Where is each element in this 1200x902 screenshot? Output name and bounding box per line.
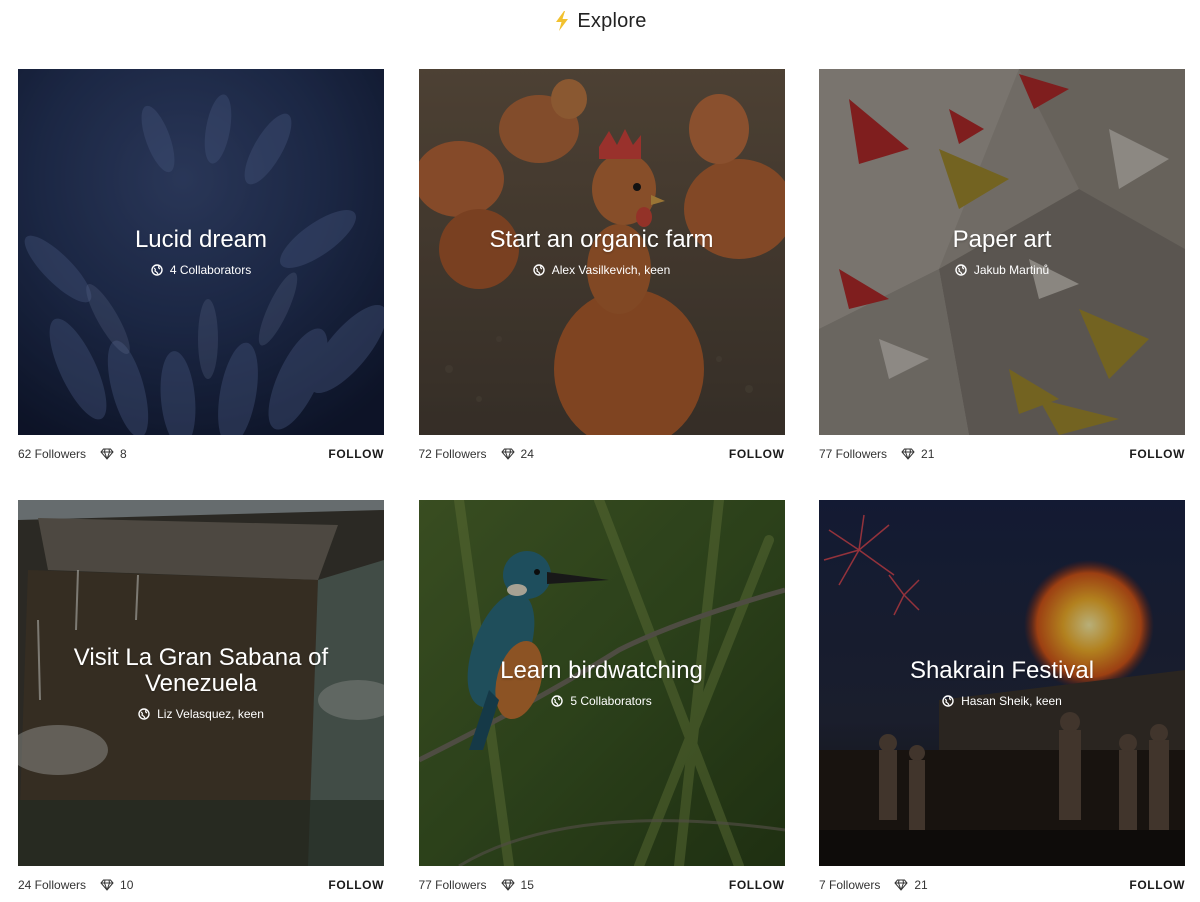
follow-button[interactable]: FOLLOW (328, 874, 384, 896)
card: Start an organic farm Alex Vasilkevich, … (418, 69, 785, 500)
card-footer: 77 Followers 21 FOLLOW (819, 435, 1185, 473)
likes: 15 (500, 878, 534, 892)
followers-count: 7 Followers (819, 878, 881, 892)
card-title: Shakrain Festival (909, 657, 1095, 684)
follow-button[interactable]: FOLLOW (1129, 443, 1185, 465)
card-image[interactable]: Shakrain Festival Hasan Sheik, keen (819, 500, 1185, 866)
card-subtitle: Liz Velasquez, keen (138, 707, 264, 721)
likes: 8 (100, 447, 127, 461)
likes-count: 15 (520, 878, 534, 892)
diamond-icon (901, 448, 915, 460)
card: Paper art Jakub Martinů 77 Followers 21 … (819, 69, 1185, 500)
diamond-icon (500, 879, 515, 891)
card-title: Start an organic farm (489, 226, 714, 253)
followers-count: 72 Followers (418, 447, 487, 461)
card-footer: 62 Followers 8 FOLLOW (18, 435, 384, 473)
card-subtitle-text: 5 Collaborators (570, 694, 652, 708)
card-subtitle-text: Alex Vasilkevich, keen (551, 263, 671, 277)
card-image[interactable]: Visit La Gran Sabana of Venezuela Liz Ve… (18, 500, 384, 866)
card-subtitle-text: 4 Collaborators (169, 263, 252, 277)
diamond-icon (100, 448, 114, 460)
card-subtitle-text: Liz Velasquez, keen (157, 707, 264, 721)
card-subtitle: Jakub Martinů (955, 263, 1049, 277)
globe-icon (138, 708, 150, 720)
card-image[interactable]: Paper art Jakub Martinů (819, 69, 1185, 435)
follow-button[interactable]: FOLLOW (1129, 874, 1185, 896)
followers-count: 77 Followers (819, 447, 888, 461)
card-footer: 77 Followers 15 FOLLOW (419, 866, 785, 902)
card-subtitle: Hasan Sheik, keen (942, 694, 1062, 708)
card-grid: Lucid dream 4 Collaborators 62 Followers… (18, 69, 1185, 902)
globe-icon (533, 264, 545, 276)
diamond-icon (100, 879, 114, 891)
card-title: Learn birdwatching (500, 657, 703, 684)
globe-icon (551, 695, 564, 707)
card-title: Visit La Gran Sabana of Venezuela (73, 644, 329, 697)
followers-count: 77 Followers (418, 878, 487, 892)
diamond-icon (500, 448, 515, 460)
card: Learn birdwatching 5 Collaborators 77 Fo… (418, 500, 785, 902)
card-subtitle: Alex Vasilkevich, keen (533, 263, 671, 277)
globe-icon (942, 695, 954, 707)
likes: 24 (500, 447, 534, 461)
card-subtitle: 5 Collaborators (551, 694, 652, 708)
card-footer: 7 Followers 21 FOLLOW (819, 866, 1185, 902)
card: Lucid dream 4 Collaborators 62 Followers… (18, 69, 384, 500)
likes-count: 10 (120, 878, 134, 892)
globe-icon (151, 264, 163, 276)
likes-count: 8 (120, 447, 127, 461)
follow-button[interactable]: FOLLOW (328, 443, 384, 465)
card-title: Lucid dream (134, 226, 268, 253)
card-image[interactable]: Learn birdwatching 5 Collaborators (418, 500, 785, 866)
card-subtitle: 4 Collaborators (151, 263, 251, 277)
follow-button[interactable]: FOLLOW (729, 874, 785, 896)
follow-button[interactable]: FOLLOW (729, 443, 785, 465)
globe-icon (955, 264, 967, 276)
likes-count: 24 (520, 447, 534, 461)
lightning-icon (556, 11, 569, 31)
card-image[interactable]: Lucid dream 4 Collaborators (18, 69, 384, 435)
followers-count: 62 Followers (18, 447, 87, 461)
likes-count: 21 (921, 447, 935, 461)
card-image[interactable]: Start an organic farm Alex Vasilkevich, … (418, 69, 785, 435)
likes-count: 21 (914, 878, 928, 892)
page-header: Explore (0, 6, 1200, 36)
likes: 21 (894, 878, 928, 892)
card-subtitle-text: Jakub Martinů (973, 263, 1050, 277)
card-subtitle-text: Hasan Sheik, keen (961, 694, 1062, 708)
card-footer: 72 Followers 24 FOLLOW (419, 435, 785, 473)
card-footer: 24 Followers 10 FOLLOW (18, 866, 384, 902)
card: Visit La Gran Sabana of Venezuela Liz Ve… (18, 500, 384, 902)
likes: 21 (901, 447, 934, 461)
page-title: Explore (577, 9, 647, 32)
card-title: Paper art (952, 226, 1052, 253)
likes: 10 (100, 878, 133, 892)
card: Shakrain Festival Hasan Sheik, keen 7 Fo… (819, 500, 1185, 902)
followers-count: 24 Followers (18, 878, 87, 892)
diamond-icon (894, 879, 909, 891)
